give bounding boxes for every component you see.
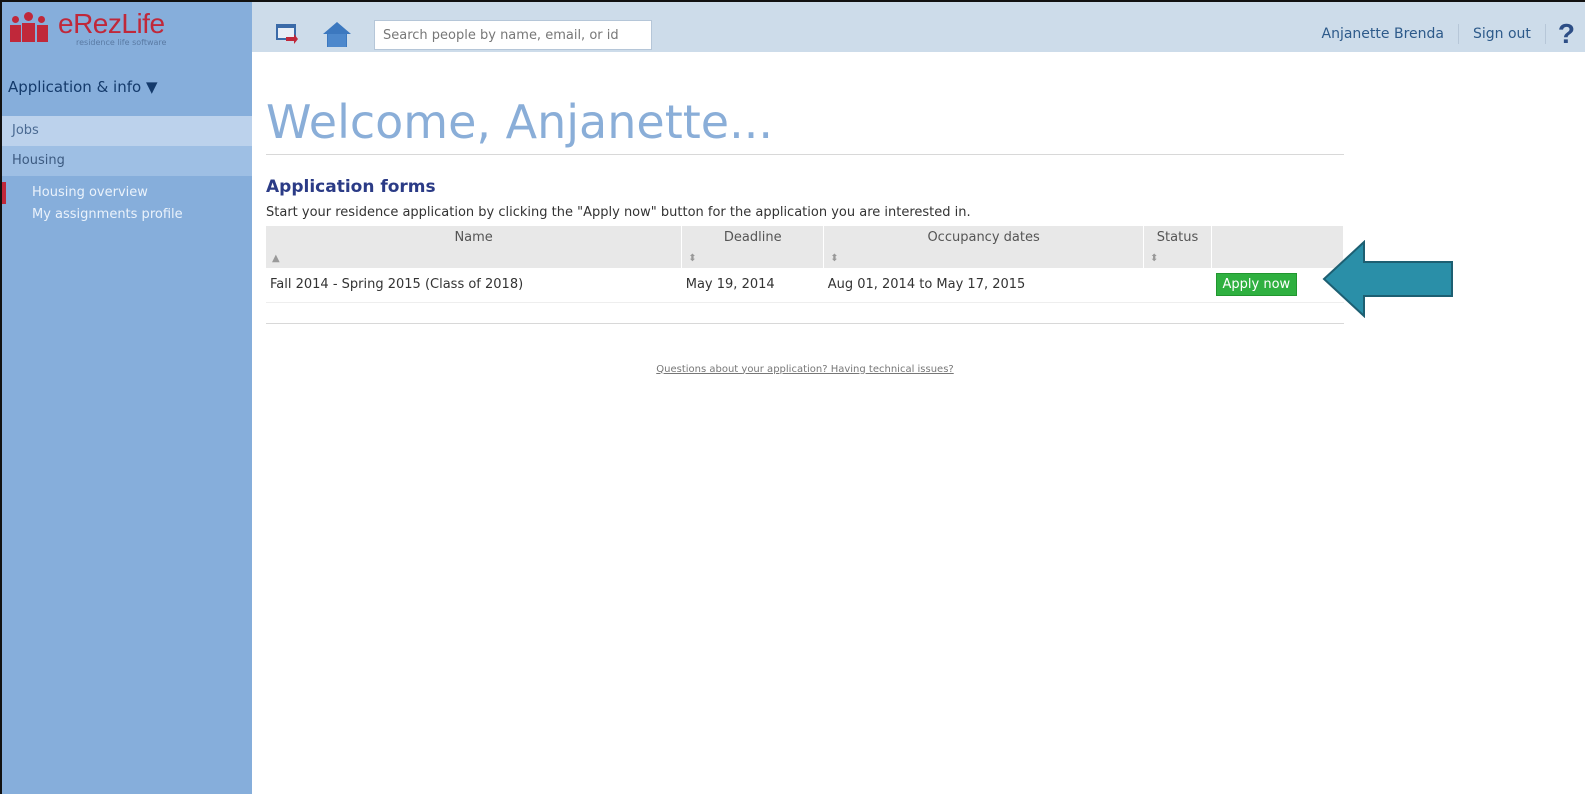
- section-title: Application forms: [266, 177, 436, 197]
- sign-out-link[interactable]: Sign out: [1459, 24, 1546, 44]
- sidebar-item-my-assignments-profile[interactable]: My assignments profile: [2, 204, 252, 226]
- cell-name: Fall 2014 - Spring 2015 (Class of 2018): [266, 268, 682, 303]
- sidebar-item-housing-overview[interactable]: Housing overview: [2, 182, 252, 204]
- sort-icon[interactable]: ⬍: [1150, 253, 1158, 264]
- cell-deadline: May 19, 2014: [681, 268, 824, 303]
- top-bar: Anjanette Brenda Sign out ?: [252, 2, 1585, 52]
- home-icon[interactable]: [322, 20, 352, 52]
- cell-occupancy: Aug 01, 2014 to May 17, 2015: [823, 268, 1144, 303]
- column-header-label: Occupancy dates: [927, 230, 1040, 245]
- divider: [266, 154, 1344, 155]
- column-header-status[interactable]: Status ⬍: [1143, 226, 1213, 268]
- main-content: Welcome, Anjanette... Application forms …: [266, 52, 1344, 375]
- sidebar-item-jobs[interactable]: Jobs: [2, 116, 252, 146]
- intro-text: Start your residence application by clic…: [266, 205, 971, 220]
- column-header-label: Name: [454, 230, 493, 245]
- sort-ascending-icon[interactable]: ▲: [272, 253, 280, 264]
- sidebar-item-housing[interactable]: Housing: [2, 146, 252, 176]
- column-header-label: Status: [1156, 230, 1199, 245]
- help-icon[interactable]: ?: [1546, 18, 1585, 50]
- column-header-occupancy-dates[interactable]: Occupancy dates ⬍: [823, 226, 1145, 268]
- column-header-name[interactable]: Name ▲: [266, 226, 683, 268]
- logo[interactable]: eRezLife residence life software: [2, 2, 252, 54]
- search-input[interactable]: [374, 20, 652, 50]
- people-logo-icon: [10, 10, 54, 44]
- sort-icon[interactable]: ⬍: [688, 253, 696, 264]
- pointer-arrow-icon: [1322, 239, 1454, 322]
- sort-icon[interactable]: ⬍: [830, 253, 838, 264]
- page-title: Welcome, Anjanette...: [266, 95, 773, 149]
- divider: [266, 322, 1344, 324]
- sidebar: eRezLife residence life software Applica…: [2, 2, 252, 794]
- cell-status: [1143, 268, 1212, 303]
- application-info-menu[interactable]: Application & info ▼: [2, 78, 252, 100]
- application-forms-table: Name ▲ Deadline ⬍ Occupancy dates ⬍ Stat…: [266, 226, 1344, 303]
- brand-name: eRezLife: [58, 8, 165, 39]
- column-header-deadline[interactable]: Deadline ⬍: [681, 226, 825, 268]
- column-header-label: Deadline: [723, 230, 782, 245]
- apply-now-button[interactable]: Apply now: [1215, 273, 1298, 297]
- user-name-link[interactable]: Anjanette Brenda: [1308, 24, 1459, 44]
- brand-tagline: residence life software: [76, 38, 167, 47]
- table-row: Fall 2014 - Spring 2015 (Class of 2018) …: [266, 268, 1344, 303]
- window-switch-icon[interactable]: [276, 24, 298, 48]
- questions-link[interactable]: Questions about your application? Having…: [266, 364, 1344, 375]
